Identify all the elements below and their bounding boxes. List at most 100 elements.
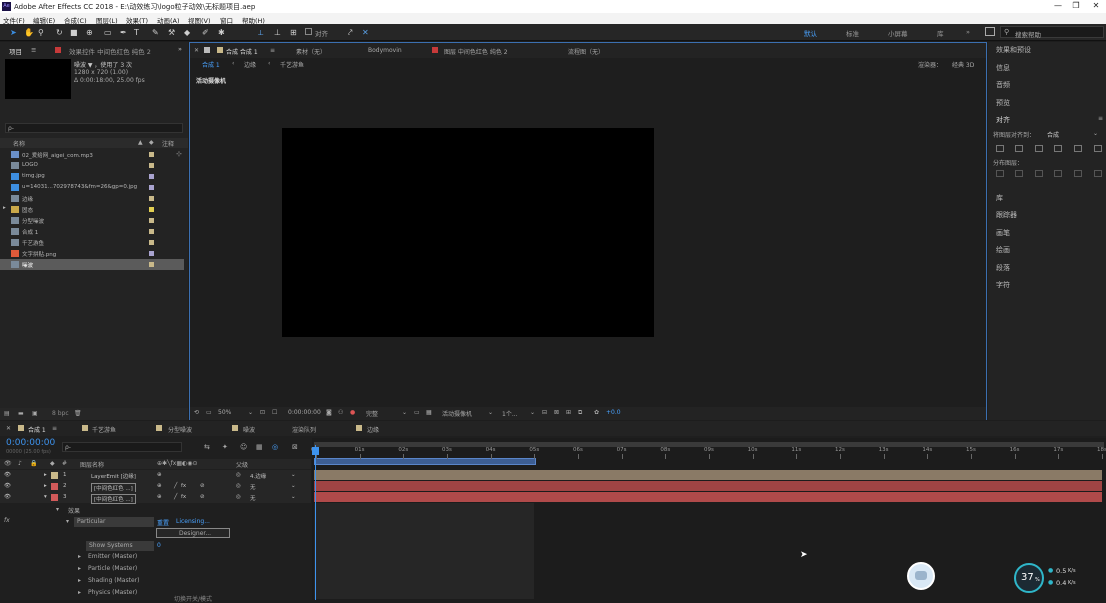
toggle-switches-modes[interactable]: 切换开关/模式 [174, 594, 212, 603]
region-of-interest-icon[interactable]: ▭ [414, 409, 420, 416]
align-panel[interactable]: 对齐 [996, 115, 1010, 125]
roto-brush-tool-icon[interactable]: ✐ [202, 28, 209, 37]
layer-label-swatch[interactable] [51, 494, 58, 501]
snap-icon[interactable]: ⤤ [348, 28, 353, 38]
parent-select[interactable]: 无 [250, 494, 256, 502]
expand-arrow-icon[interactable]: ▾ [66, 518, 69, 525]
effect-switch-icon[interactable]: fx [181, 494, 186, 500]
layer-expand-icon[interactable]: ▸ [44, 472, 47, 478]
maximize-button[interactable]: ❐ [1066, 1, 1086, 10]
timeline-tab-edge[interactable]: 边缘 [367, 425, 379, 434]
audio-panel[interactable]: 音频 [996, 80, 1010, 90]
shy-switch-icon[interactable]: ⊕ [157, 494, 162, 500]
visibility-toggle-icon[interactable]: 👁 [4, 494, 11, 500]
switches-header-icon[interactable]: ⊕✱╲fx▦◐◉⊙ [157, 460, 198, 467]
work-area-bar[interactable] [314, 458, 536, 465]
timeline-tab-fish[interactable]: 千艺游鱼 [92, 425, 116, 434]
motion-blur-icon[interactable]: ◎ [272, 443, 278, 451]
label-color-swatch[interactable] [149, 152, 154, 157]
label-color-swatch[interactable] [149, 196, 154, 201]
distribute-vcenter-icon[interactable] [1015, 170, 1023, 177]
project-item[interactable]: 02_爱给网_aigei_com.mp3 [0, 149, 184, 160]
layer-row[interactable]: 👁 ▾ ⊕ ╱ fx ⊘ ◎ ⌄ 3 [中间色红色 ...] 无 [0, 492, 311, 504]
fx-icon[interactable]: fx [4, 517, 10, 524]
effects-presets-panel[interactable]: 效果和预设 [996, 45, 1031, 55]
exposure-value[interactable]: +0.0 [606, 409, 621, 416]
panel-more-icon[interactable]: » [178, 45, 182, 53]
comp-flowchart-icon[interactable]: ⇆ [204, 443, 210, 451]
chevron-down-icon[interactable]: ⌄ [1093, 130, 1098, 137]
puppet-tool-icon[interactable]: ✱ [218, 28, 225, 37]
playhead-handle[interactable] [312, 447, 319, 455]
label-color-swatch[interactable] [149, 229, 154, 234]
project-tab[interactable]: 项目 [9, 46, 22, 56]
project-item[interactable]: timg.jpg [0, 171, 184, 182]
layer-expand-icon[interactable]: ▾ [44, 494, 47, 500]
align-left-icon[interactable] [996, 145, 1004, 152]
quality-switch-icon[interactable]: ╱ [174, 494, 177, 500]
safe-zones-icon[interactable]: ⊡ [260, 409, 265, 416]
shy-switch-icon[interactable]: ⊕ [157, 483, 162, 489]
workspace-small-screen[interactable]: 小屏幕 [888, 28, 908, 38]
bodymovin-tab[interactable]: Bodymovin [368, 47, 402, 54]
chevron-down-icon[interactable]: ⌄ [488, 409, 493, 416]
new-folder-icon[interactable]: ▬ [18, 410, 24, 417]
breadcrumb-comp1[interactable]: 合成 1 [202, 60, 220, 69]
align-panel-menu-icon[interactable]: ≡ [1098, 115, 1103, 122]
chevron-down-icon[interactable]: ⌄ [291, 472, 296, 478]
layer-bar-3[interactable] [314, 492, 1102, 502]
snapshot-icon[interactable]: ◙ [326, 409, 332, 416]
label-color-swatch[interactable] [149, 218, 154, 223]
expand-arrow-icon[interactable]: ▾ [56, 506, 59, 513]
workspace-more-icon[interactable]: » [966, 28, 970, 36]
chevron-down-icon[interactable]: ⌄ [530, 409, 535, 416]
designer-button[interactable]: Designer... [156, 528, 230, 538]
project-item[interactable]: u=14031...702978743&fm=26&gp=0.jpg [0, 182, 184, 193]
layer-name[interactable]: LayerEmit [边缘] [91, 472, 136, 480]
align-right-icon[interactable] [1035, 145, 1043, 152]
fast-preview-icon[interactable]: ⊠ [554, 409, 559, 416]
particle-group[interactable]: Particle (Master) [88, 565, 137, 572]
chevron-down-icon[interactable]: ⌄ [291, 494, 296, 500]
motion-blur-switch-icon[interactable]: ⊘ [200, 494, 205, 500]
visibility-toggle-icon[interactable]: 👁 [4, 472, 11, 478]
project-item[interactable]: 分型噪波 [0, 215, 184, 226]
project-search-input[interactable]: ρ- [5, 123, 183, 133]
particular-effect-row[interactable]: Particular [74, 517, 154, 527]
frame-blending-icon[interactable]: ▦ [256, 443, 263, 451]
timeline-timecode[interactable]: 0:00:00:00 [6, 438, 55, 448]
align-top-icon[interactable] [1054, 145, 1062, 152]
current-time[interactable]: 0:00:00:00 [288, 409, 321, 416]
pen-tool-icon[interactable]: ✒ [120, 28, 127, 37]
effect-switch-icon[interactable]: fx [181, 483, 186, 489]
flowchart-icon[interactable]: ⊹ [176, 150, 182, 158]
workspace-standard[interactable]: 标准 [846, 28, 859, 38]
interpret-footage-icon[interactable]: ▤ [4, 410, 10, 417]
shy-icon[interactable]: ☺ [240, 443, 247, 451]
distribute-right-icon[interactable] [1094, 170, 1102, 177]
label-color-swatch[interactable] [149, 262, 154, 267]
flowchart-view-icon[interactable]: ⧉ [578, 409, 582, 417]
chevron-down-icon[interactable]: ⌄ [291, 483, 296, 489]
expand-arrow-icon[interactable]: ▸ [78, 577, 81, 584]
color-channel-icon[interactable]: ● [350, 409, 355, 416]
layer-expand-icon[interactable]: ▸ [44, 483, 47, 489]
column-note[interactable]: 注释 [162, 139, 174, 148]
distribute-bottom-icon[interactable] [1035, 170, 1043, 177]
current-time-indicator[interactable] [315, 445, 316, 600]
project-item[interactable]: 合成 1 [0, 226, 184, 237]
align-bottom-icon[interactable] [1094, 145, 1102, 152]
pan-behind-tool-icon[interactable]: ⊕ [86, 28, 93, 37]
emitter-group[interactable]: Emitter (Master) [88, 553, 137, 560]
project-item[interactable]: LOGO [0, 160, 184, 171]
close-tab-icon[interactable]: ✕ [6, 425, 11, 432]
quality-switch-icon[interactable]: ╱ [174, 483, 177, 489]
character-panel[interactable]: 字符 [996, 280, 1010, 290]
type-tool-icon[interactable]: T [134, 28, 139, 37]
distribute-hcenter-icon[interactable] [1074, 170, 1082, 177]
show-systems-value[interactable]: 0 [157, 542, 161, 549]
workspace-library[interactable]: 库 [937, 28, 944, 38]
breadcrumb-edge[interactable]: 边缘 [244, 60, 256, 69]
folder-expand-icon[interactable]: ▸ [3, 205, 6, 211]
project-item[interactable]: 噪波 [0, 259, 184, 270]
